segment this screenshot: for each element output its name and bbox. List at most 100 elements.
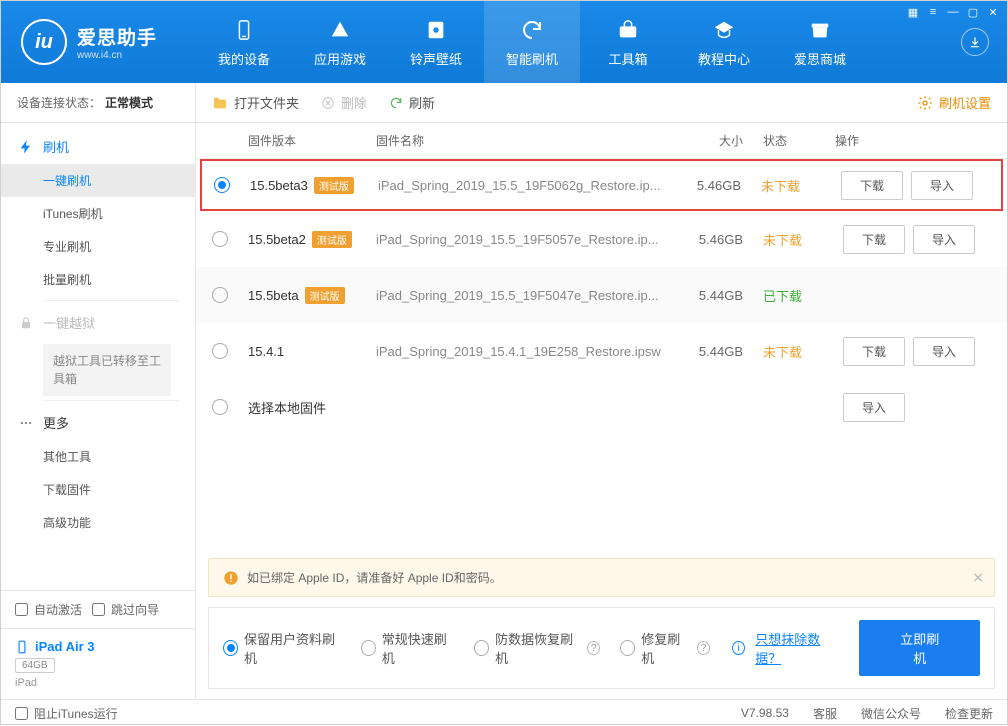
radio-icon bbox=[620, 640, 635, 656]
table-row[interactable]: 15.4.1 iPad_Spring_2019_15.4.1_19E258_Re… bbox=[196, 323, 1007, 379]
radio-icon[interactable] bbox=[214, 177, 230, 193]
version-text: 15.4.1 bbox=[248, 344, 284, 359]
list-icon[interactable]: ≡ bbox=[924, 4, 942, 20]
info-icon[interactable]: i bbox=[732, 641, 745, 655]
import-button[interactable]: 导入 bbox=[911, 171, 973, 200]
maximize-icon[interactable]: ▢ bbox=[964, 4, 982, 20]
sidebar-item-pro[interactable]: 专业刷机 bbox=[1, 230, 195, 263]
sidebar-head-flash[interactable]: 刷机 bbox=[1, 129, 195, 164]
kefu-link[interactable]: 客服 bbox=[813, 705, 837, 722]
sidebar-head-more[interactable]: 更多 bbox=[1, 405, 195, 440]
flash-icon bbox=[17, 138, 35, 156]
erase-link[interactable]: 只想抹除数据？ bbox=[755, 629, 839, 667]
sidebar-head-label: 刷机 bbox=[43, 137, 69, 156]
nav-ringtones[interactable]: 铃声壁纸 bbox=[388, 1, 484, 83]
sidebar-item-download-fw[interactable]: 下载固件 bbox=[1, 473, 195, 506]
nav-store[interactable]: 爱思商城 bbox=[772, 1, 868, 83]
lock-icon bbox=[17, 314, 35, 332]
checkbox-label: 跳过向导 bbox=[111, 601, 159, 618]
flash-opt-keep-data[interactable]: 保留用户资料刷机 bbox=[223, 629, 341, 667]
version-text: 15.5beta bbox=[248, 288, 299, 303]
nav-label: 铃声壁纸 bbox=[410, 49, 462, 68]
col-version: 固件版本 bbox=[248, 132, 376, 149]
download-button[interactable]: 下载 bbox=[841, 171, 903, 200]
firmware-name: iPad_Spring_2019_15.5_19F5057e_Restore.i… bbox=[376, 232, 671, 247]
table-row[interactable]: 15.5beta3测试版 iPad_Spring_2019_15.5_19F50… bbox=[200, 159, 1003, 211]
local-firmware-row[interactable]: 选择本地固件 导入 bbox=[196, 379, 1007, 435]
flash-opt-fast[interactable]: 常规快速刷机 bbox=[361, 629, 454, 667]
status-value: 正常模式 bbox=[105, 94, 153, 111]
import-button[interactable]: 导入 bbox=[843, 393, 905, 422]
sidebar-head-label: 一键越狱 bbox=[43, 313, 95, 332]
sidebar-head-label: 更多 bbox=[43, 413, 69, 432]
sidebar-item-itunes[interactable]: iTunes刷机 bbox=[1, 197, 195, 230]
firmware-size: 5.44GB bbox=[671, 288, 743, 303]
col-status: 状态 bbox=[743, 132, 821, 149]
firmware-size: 5.44GB bbox=[671, 344, 743, 359]
col-name: 固件名称 bbox=[376, 132, 671, 149]
nav-tools[interactable]: 工具箱 bbox=[580, 1, 676, 83]
sidebar-item-batch[interactable]: 批量刷机 bbox=[1, 263, 195, 296]
import-button[interactable]: 导入 bbox=[913, 337, 975, 366]
button-label: 刷机设置 bbox=[939, 93, 991, 112]
nav-tutorials[interactable]: 教程中心 bbox=[676, 1, 772, 83]
download-indicator-icon[interactable] bbox=[961, 28, 989, 56]
sidebar-item-othertools[interactable]: 其他工具 bbox=[1, 440, 195, 473]
radio-icon bbox=[361, 640, 376, 656]
nav-label: 应用游戏 bbox=[314, 49, 366, 68]
help-icon[interactable]: ? bbox=[587, 641, 600, 655]
device-capacity: 64GB bbox=[15, 658, 55, 673]
device-name: iPad Air 3 bbox=[15, 639, 181, 654]
warning-text: 如已绑定 Apple ID，请准备好 Apple ID和密码。 bbox=[247, 569, 502, 586]
flash-opt-antirecover[interactable]: 防数据恢复刷机? bbox=[474, 629, 600, 667]
download-button[interactable]: 下载 bbox=[843, 337, 905, 366]
device-type: iPad bbox=[15, 677, 181, 689]
beta-badge: 测试版 bbox=[312, 231, 352, 248]
flash-opt-repair[interactable]: 修复刷机? bbox=[620, 629, 710, 667]
header: ▦ ≡ — ▢ ✕ iu 爱思助手 www.i4.cn 我的设备 应用游戏 铃声… bbox=[1, 1, 1007, 83]
refresh-button[interactable]: 刷新 bbox=[389, 93, 435, 112]
flash-now-button[interactable]: 立即刷机 bbox=[859, 620, 980, 676]
firmware-rows: 15.5beta3 测试版 iPad_Spring_2019_15.5_19F50… bbox=[196, 159, 1007, 379]
version-text: 15.5beta2 bbox=[248, 232, 306, 247]
nav-my-device[interactable]: 我的设备 bbox=[196, 1, 292, 83]
radio-icon[interactable] bbox=[212, 287, 228, 303]
nav-flash[interactable]: 智能刷机 bbox=[484, 1, 580, 83]
menu-icon[interactable]: ▦ bbox=[904, 4, 922, 20]
sidebar-item-oneclick[interactable]: 一键刷机 bbox=[1, 164, 195, 197]
radio-icon bbox=[223, 640, 238, 656]
help-icon[interactable]: ? bbox=[697, 641, 710, 655]
wechat-link[interactable]: 微信公众号 bbox=[861, 705, 921, 722]
auto-activate-row: 自动激活 跳过向导 bbox=[1, 590, 195, 628]
nav-label: 工具箱 bbox=[608, 49, 647, 68]
firmware-name: iPad_Spring_2019_15.5_19F5047e_Restore.i… bbox=[376, 288, 671, 303]
download-button[interactable]: 下载 bbox=[843, 225, 905, 254]
close-icon[interactable]: ✕ bbox=[984, 4, 1002, 20]
nav-apps[interactable]: 应用游戏 bbox=[292, 1, 388, 83]
firmware-size: 5.46GB bbox=[669, 178, 741, 193]
firmware-status: 未下载 bbox=[741, 176, 819, 195]
version-text: 15.5beta3 bbox=[250, 178, 308, 193]
import-button[interactable]: 导入 bbox=[913, 225, 975, 254]
brand: iu 爱思助手 www.i4.cn bbox=[1, 1, 196, 83]
minimize-icon[interactable]: — bbox=[944, 4, 962, 20]
delete-button: 删除 bbox=[321, 93, 367, 112]
flash-options-bar: 保留用户资料刷机 常规快速刷机 防数据恢复刷机? 修复刷机? i只想抹除数据？ … bbox=[208, 607, 995, 689]
skip-guide-checkbox[interactable]: 跳过向导 bbox=[92, 601, 159, 618]
radio-icon[interactable] bbox=[212, 399, 228, 415]
block-itunes-checkbox[interactable]: 阻止iTunes运行 bbox=[15, 705, 118, 722]
update-link[interactable]: 检查更新 bbox=[945, 705, 993, 722]
radio-icon[interactable] bbox=[212, 231, 228, 247]
flash-settings-button[interactable]: 刷机设置 bbox=[917, 93, 991, 112]
open-folder-button[interactable]: 打开文件夹 bbox=[212, 93, 299, 112]
nav-label: 智能刷机 bbox=[506, 49, 558, 68]
close-icon[interactable]: ✕ bbox=[972, 569, 984, 586]
sidebar-item-advanced[interactable]: 高级功能 bbox=[1, 506, 195, 539]
device-panel[interactable]: iPad Air 3 64GB iPad bbox=[1, 628, 195, 699]
table-row[interactable]: 15.5beta2 测试版 iPad_Spring_2019_15.5_19F50… bbox=[196, 211, 1007, 267]
local-firmware-label: 选择本地固件 bbox=[248, 398, 376, 417]
brand-name: 爱思助手 bbox=[77, 23, 157, 50]
auto-activate-checkbox[interactable]: 自动激活 bbox=[15, 601, 82, 618]
table-row[interactable]: 15.5beta测试版 iPad_Spring_2019_15.5_19F504… bbox=[196, 267, 1007, 323]
radio-icon[interactable] bbox=[212, 343, 228, 359]
